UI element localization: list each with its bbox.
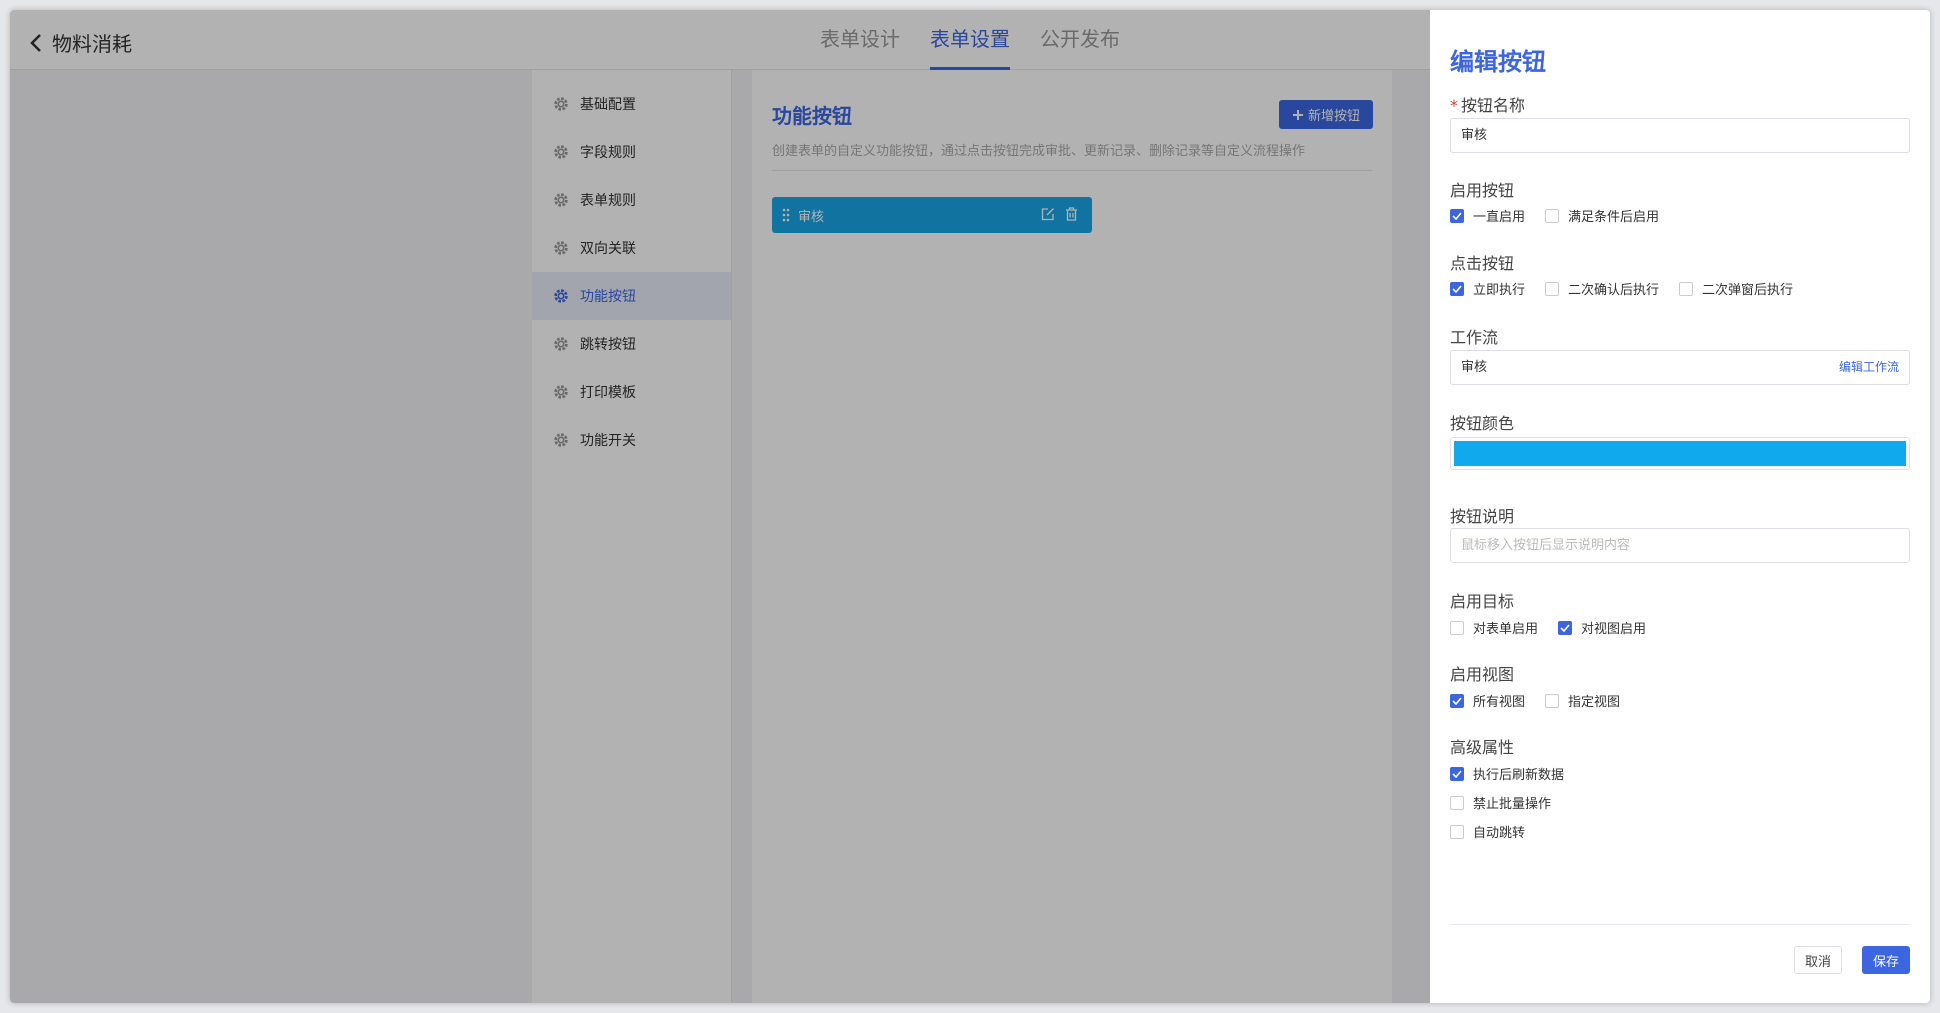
checkbox-all-views[interactable]: 所有视图 xyxy=(1450,691,1525,710)
click-button-label: 点击按钮 xyxy=(1450,254,1515,273)
checkbox-execute-now[interactable]: 立即执行 xyxy=(1450,279,1525,298)
checkbox-refresh-after[interactable]: 执行后刷新数据 xyxy=(1450,764,1564,783)
advanced-option-jump: 自动跳转 xyxy=(1450,822,1545,841)
target-options: 对表单启用 对视图启用 xyxy=(1450,618,1666,637)
checkbox-label: 禁止批量操作 xyxy=(1473,797,1552,812)
button-description-input[interactable]: 鼠标移入按钮后显示说明内容 xyxy=(1450,528,1910,563)
advanced-label: 高级属性 xyxy=(1450,738,1515,757)
click-options: 立即执行 二次确认后执行 二次弹窗后执行 xyxy=(1450,279,1813,298)
checkbox-unchecked xyxy=(1450,620,1464,635)
checkbox-label: 指定视图 xyxy=(1568,695,1621,710)
checkbox-label: 立即执行 xyxy=(1473,283,1526,298)
enable-view-label: 启用视图 xyxy=(1450,665,1515,684)
app-window: 物料消耗 表单设计 表单设置 公开发布 基础配置 字段规则 表单规则 双向关联 … xyxy=(10,10,1930,1003)
drawer-title: 编辑按钮 xyxy=(1450,48,1546,76)
checkbox-enable-form[interactable]: 对表单启用 xyxy=(1450,618,1538,637)
checkbox-always-enabled[interactable]: 一直启用 xyxy=(1450,206,1525,225)
color-picker[interactable] xyxy=(1450,437,1910,470)
footer-divider xyxy=(1450,924,1910,925)
checkbox-label: 满足条件后启用 xyxy=(1568,210,1660,225)
button-name-label: * 按钮名称 xyxy=(1450,92,1525,116)
checkbox-checked xyxy=(1450,693,1464,708)
checkbox-label: 自动跳转 xyxy=(1473,826,1526,841)
edit-button-drawer: 编辑按钮 * 按钮名称 审核 启用按钮 一直启用 满足条件后启用 点击按钮 立即执… xyxy=(1430,10,1930,1003)
checkbox-label: 执行后刷新数据 xyxy=(1473,768,1565,783)
checkbox-unchecked xyxy=(1545,693,1560,708)
checkbox-label: 一直启用 xyxy=(1473,210,1526,225)
checkbox-unchecked xyxy=(1450,795,1464,810)
button-name-label-text: 按钮名称 xyxy=(1461,96,1526,115)
checkbox-popup-execute[interactable]: 二次弹窗后执行 xyxy=(1679,279,1793,298)
checkbox-specific-views[interactable]: 指定视图 xyxy=(1545,691,1620,710)
checkbox-conditional-enabled[interactable]: 满足条件后启用 xyxy=(1545,206,1659,225)
edit-workflow-link[interactable]: 编辑工作流 xyxy=(1839,351,1899,384)
color-swatch xyxy=(1454,441,1906,466)
button-description-label: 按钮说明 xyxy=(1450,507,1515,526)
checkbox-label: 二次弹窗后执行 xyxy=(1702,283,1794,298)
checkbox-disable-batch[interactable]: 禁止批量操作 xyxy=(1450,793,1551,812)
workflow-field: 审核 编辑工作流 xyxy=(1450,350,1910,385)
checkbox-unchecked xyxy=(1545,281,1560,296)
checkbox-label: 对视图启用 xyxy=(1581,622,1647,637)
checkbox-unchecked xyxy=(1450,824,1464,839)
checkbox-unchecked xyxy=(1679,281,1694,296)
button-name-input[interactable]: 审核 xyxy=(1450,118,1910,153)
checkbox-checked xyxy=(1450,208,1464,223)
checkbox-enable-view[interactable]: 对视图启用 xyxy=(1558,618,1646,637)
checkbox-confirm-execute[interactable]: 二次确认后执行 xyxy=(1545,279,1659,298)
checkbox-label: 所有视图 xyxy=(1473,695,1526,710)
enable-options: 一直启用 满足条件后启用 xyxy=(1450,206,1679,225)
checkbox-auto-jump[interactable]: 自动跳转 xyxy=(1450,822,1525,841)
enable-target-label: 启用目标 xyxy=(1450,592,1515,611)
view-options: 所有视图 指定视图 xyxy=(1450,691,1640,710)
checkbox-checked xyxy=(1450,766,1464,781)
workflow-value: 审核 xyxy=(1461,360,1488,375)
advanced-option-batch: 禁止批量操作 xyxy=(1450,793,1571,812)
save-button[interactable]: 保存 xyxy=(1862,946,1910,974)
cancel-button[interactable]: 取消 xyxy=(1794,946,1842,974)
checkbox-checked xyxy=(1558,620,1573,635)
advanced-option-refresh: 执行后刷新数据 xyxy=(1450,764,1584,783)
workflow-label: 工作流 xyxy=(1450,328,1499,347)
button-color-label: 按钮颜色 xyxy=(1450,414,1515,433)
checkbox-label: 对表单启用 xyxy=(1473,622,1539,637)
checkbox-label: 二次确认后执行 xyxy=(1568,283,1660,298)
required-mark: * xyxy=(1450,96,1458,115)
enable-button-label: 启用按钮 xyxy=(1450,181,1515,200)
checkbox-unchecked xyxy=(1545,208,1560,223)
checkbox-checked xyxy=(1450,281,1464,296)
